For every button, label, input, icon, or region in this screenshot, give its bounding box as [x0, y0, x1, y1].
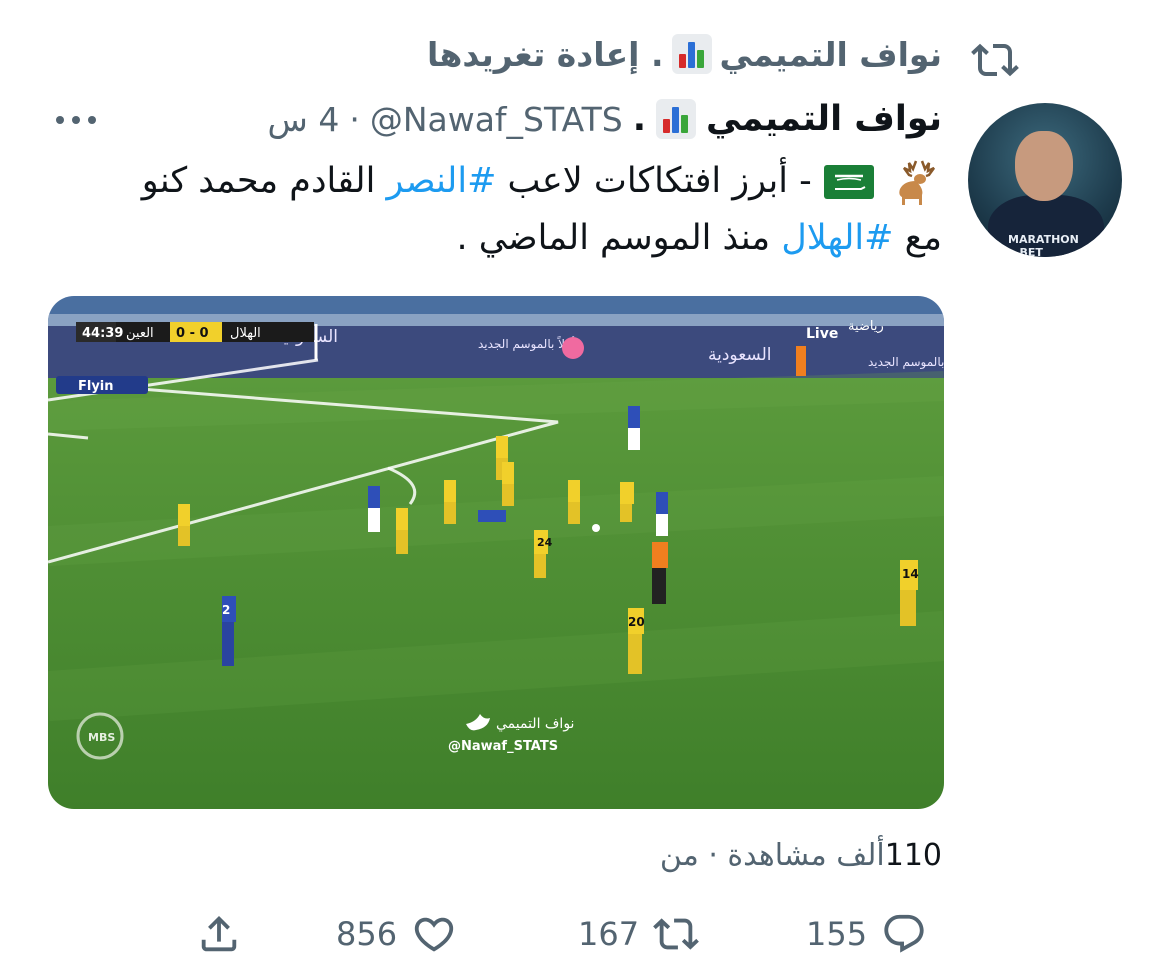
view-count-text: ألف مشاهدة · من: [659, 838, 885, 873]
chart-emoji-icon: [671, 34, 712, 74]
retweeter-name[interactable]: نواف التميمي: [720, 35, 943, 74]
ad-board-text: أهلاً بالموسم الجديد: [868, 354, 944, 370]
reply-button[interactable]: 155: [806, 905, 927, 963]
like-count: 856: [336, 915, 398, 953]
author-name[interactable]: نواف التميمي: [706, 99, 942, 139]
view-count[interactable]: 110ألف مشاهدة · من: [660, 838, 942, 873]
share-button[interactable]: [196, 905, 242, 963]
shirt-number: 14: [902, 567, 919, 581]
more-options-icon[interactable]: [54, 112, 98, 128]
watermark-name: نواف التميمي: [496, 716, 574, 732]
shirt-number: 24: [537, 536, 553, 549]
tweet-text: - أبرز افتكاكات لاعب #النصر القادم محمد …: [102, 153, 942, 267]
match-score: 0 - 0: [176, 326, 209, 341]
team-b-name: الهلال: [230, 326, 261, 341]
match-clock: 44:39: [82, 326, 123, 341]
tweet-text-part: - أبرز افتكاكات لاعب: [496, 161, 812, 201]
chart-emoji-icon: [656, 99, 697, 139]
referee: [652, 542, 668, 568]
ad-board-text: السعودية: [708, 345, 771, 365]
tweet-media-video[interactable]: السعودية أهلاً بالموسم الجديد السعودية أ…: [48, 296, 944, 809]
tweet-header: نواف التميمي . @Nawaf_STATS · 4 س: [268, 99, 942, 139]
hashtag-link[interactable]: #الهلال: [781, 218, 893, 258]
retweet-count: 167: [578, 915, 640, 953]
like-button[interactable]: 856: [336, 905, 457, 963]
tweet-time[interactable]: 4 س: [268, 100, 340, 139]
tweet-text-part: منذ الموسم الماضي .: [456, 218, 782, 258]
retweet-icon: [653, 918, 699, 950]
heart-icon: [414, 917, 454, 952]
channel-logo: رياضية: [848, 319, 884, 334]
avatar[interactable]: MARATHON BET: [968, 103, 1122, 257]
live-label: Live: [806, 326, 838, 342]
retweet-label: . إعادة تغريدها: [427, 34, 664, 74]
ad-board-text: أهلاً بالموسم الجديد: [478, 336, 575, 352]
retweet-button[interactable]: 167: [578, 905, 699, 963]
retweet-attribution[interactable]: نواف التميمي . إعادة تغريدها: [427, 34, 942, 74]
share-icon: [201, 915, 237, 952]
action-bar: 155 167 856: [0, 905, 1170, 963]
match-frame: السعودية أهلاً بالموسم الجديد السعودية أ…: [48, 296, 944, 809]
shirt-number: 20: [628, 615, 645, 629]
deer-icon: [899, 160, 936, 205]
team-a-name: العين: [126, 326, 154, 341]
watermark-handle: @Nawaf_STATS: [448, 739, 558, 754]
ball: [592, 524, 600, 532]
league-logo-text: MBS: [88, 731, 115, 744]
hashtag-link[interactable]: #النصر: [386, 161, 496, 201]
sponsor-logo: Flyin: [78, 379, 114, 394]
retweet-icon: [971, 43, 1019, 77]
shirt-number: 2: [222, 603, 230, 617]
reply-icon: [884, 914, 924, 953]
ad-logo-icon: [562, 337, 584, 359]
name-separator: .: [632, 99, 647, 139]
time-separator: ·: [349, 99, 360, 139]
author-handle[interactable]: @Nawaf_STATS: [370, 100, 623, 139]
reply-count: 155: [806, 915, 868, 953]
saudi-flag-icon: [823, 165, 874, 199]
view-count-number: 110: [884, 838, 942, 873]
